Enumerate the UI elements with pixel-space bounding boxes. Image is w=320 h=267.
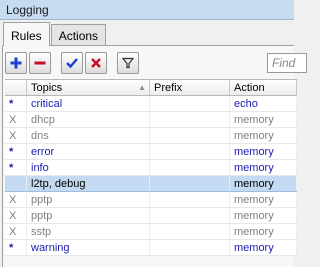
sort-ascending-icon: ▲ [138,83,146,92]
row-action: memory [230,192,297,207]
rules-table: Topics ▲ Prefix Action * critical echo X… [5,79,297,256]
table-row[interactable]: X pptp memory [5,208,297,224]
row-topics: error [27,144,150,159]
row-prefix [150,128,230,143]
row-action: echo [230,96,297,111]
row-flag: X [5,192,27,207]
row-flag: * [5,144,27,159]
table-row[interactable]: X pptp memory [5,192,297,208]
table-row[interactable]: X dhcp memory [5,112,297,128]
row-topics: l2tp, debug [27,176,150,191]
row-topics: pptp [27,192,150,207]
column-header-flag[interactable] [5,80,27,95]
row-flag [5,176,27,191]
row-action: memory [230,224,297,239]
row-flag: X [5,224,27,239]
row-topics: dhcp [27,112,150,127]
add-icon [10,57,22,69]
topics-header-label: Topics [31,82,63,94]
row-flag: X [5,208,27,223]
row-prefix [150,176,230,191]
row-flag: * [5,240,27,255]
add-button[interactable] [5,52,27,74]
window-title: Logging [0,0,294,20]
row-action: memory [230,240,297,255]
row-topics: warning [27,240,150,255]
row-prefix [150,192,230,207]
row-prefix [150,208,230,223]
table-row[interactable]: * info memory [5,160,297,176]
find-input[interactable]: Find [267,53,307,73]
table-row-selected[interactable]: l2tp, debug memory [5,176,297,192]
logging-window: Logging Rules Actions Find Topics ▲ Pref… [0,0,307,267]
tab-actions[interactable]: Actions [50,24,107,46]
row-flag: X [5,112,27,127]
remove-icon [34,61,46,65]
enable-check-icon [66,58,78,69]
row-topics: critical [27,96,150,111]
row-prefix [150,160,230,175]
column-header-prefix[interactable]: Prefix [150,80,230,95]
tab-bar: Rules Actions [3,22,107,46]
table-row[interactable]: X dns memory [5,128,297,144]
row-action: memory [230,128,297,143]
filter-button[interactable] [117,52,139,74]
row-prefix [150,224,230,239]
rules-panel: Find Topics ▲ Prefix Action * critical e… [2,45,307,267]
enable-button[interactable] [61,52,83,74]
row-flag: * [5,160,27,175]
row-action: memory [230,112,297,127]
table-row[interactable]: * critical echo [5,96,297,112]
row-prefix [150,144,230,159]
remove-button[interactable] [29,52,51,74]
row-topics: sstp [27,224,150,239]
table-row[interactable]: * error memory [5,144,297,160]
toolbar: Find [5,52,307,76]
row-action: memory [230,144,297,159]
row-prefix [150,240,230,255]
disable-x-icon [91,58,101,68]
row-prefix [150,112,230,127]
row-action: memory [230,208,297,223]
column-header-topics[interactable]: Topics ▲ [27,80,150,95]
filter-icon [122,57,134,69]
tab-rules[interactable]: Rules [3,22,50,46]
column-header-action[interactable]: Action [230,80,297,95]
row-topics: dns [27,128,150,143]
table-row[interactable]: * warning memory [5,240,297,256]
row-action: memory [230,176,297,191]
row-action: memory [230,160,297,175]
row-flag: X [5,128,27,143]
table-header: Topics ▲ Prefix Action [5,80,297,96]
table-row[interactable]: X sstp memory [5,224,297,240]
row-topics: pptp [27,208,150,223]
row-topics: info [27,160,150,175]
disable-button[interactable] [85,52,107,74]
row-flag: * [5,96,27,111]
row-prefix [150,96,230,111]
